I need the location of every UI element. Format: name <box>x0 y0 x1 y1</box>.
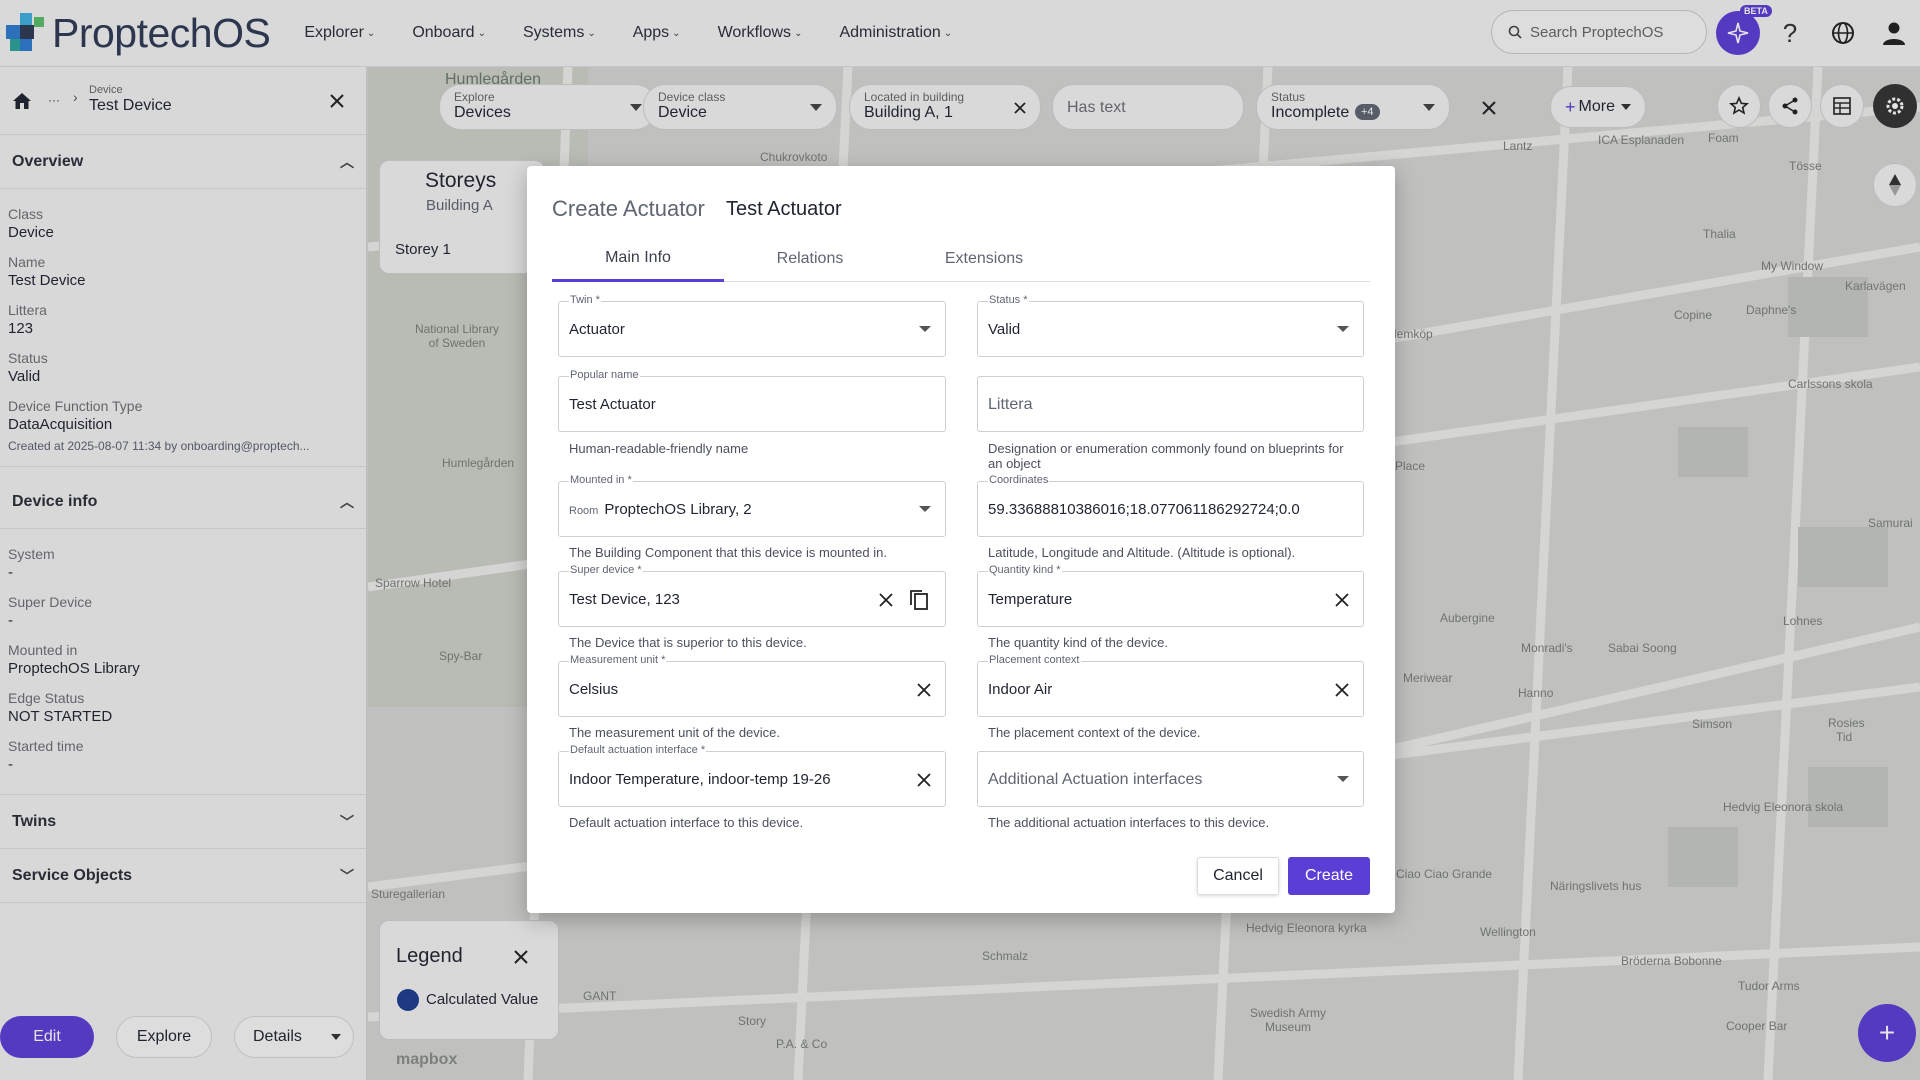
dialog-title: Create Actuator <box>552 196 705 221</box>
mounted-in-help: The Building Component that this device … <box>569 545 887 560</box>
tab-main-info[interactable]: Main Info <box>552 236 724 282</box>
dialog-subtitle: Test Actuator <box>726 198 842 220</box>
super-device-field[interactable]: Super device * Test Device, 123 <box>558 564 946 627</box>
field-label: Twin * <box>569 294 601 306</box>
quantity-kind-field[interactable]: Quantity kind * Temperature <box>977 564 1364 627</box>
field-label: Default actuation interface * <box>569 744 707 756</box>
placement-context-field[interactable]: Placement context Indoor Air <box>977 654 1364 717</box>
field-label: Quantity kind * <box>988 564 1062 576</box>
field-value: Temperature <box>988 591 1073 608</box>
default-actuation-help: Default actuation interface to this devi… <box>569 815 804 830</box>
field-label: Measurement unit * <box>569 654 667 666</box>
default-actuation-interface-field[interactable]: Default actuation interface * Indoor Tem… <box>558 744 946 807</box>
measurement-unit-field[interactable]: Measurement unit * Celsius <box>558 654 946 717</box>
super-device-help: The Device that is superior to this devi… <box>569 635 807 650</box>
coordinates-field[interactable]: Coordinates 59.33688810386016;18.0770611… <box>977 474 1364 537</box>
additional-actuation-interfaces-select[interactable]: Additional Actuation interfaces <box>977 751 1364 807</box>
caret-down-icon <box>919 506 931 512</box>
popular-name-help: Human-readable-friendly name <box>569 441 749 456</box>
field-label: Status * <box>988 294 1029 306</box>
field-value: ProptechOS Library, 2 <box>604 501 752 518</box>
field-value: 59.33688810386016;18.077061186292724;0.0 <box>988 501 1300 518</box>
caret-down-icon <box>1337 776 1349 782</box>
field-label: Placement context <box>988 654 1081 666</box>
close-icon[interactable] <box>917 773 931 787</box>
caret-down-icon <box>1337 326 1349 332</box>
field-placeholder: Additional Actuation interfaces <box>988 771 1203 788</box>
field-value: Valid <box>988 321 1021 338</box>
mounted-in-select[interactable]: Mounted in * Room ProptechOS Library, 2 <box>558 474 946 537</box>
close-icon[interactable] <box>879 593 893 607</box>
field-placeholder: Littera <box>988 396 1033 413</box>
tab-extensions[interactable]: Extensions <box>898 236 1070 282</box>
field-label: Coordinates <box>988 474 1050 486</box>
caret-down-icon <box>919 326 931 332</box>
cancel-button[interactable]: Cancel <box>1197 857 1279 895</box>
field-value: Indoor Air <box>988 681 1053 698</box>
field-value: Test Actuator <box>569 396 656 413</box>
measurement-unit-help: The measurement unit of the device. <box>569 725 781 740</box>
littera-field[interactable]: Littera <box>977 376 1364 432</box>
field-label: Mounted in * <box>569 474 633 486</box>
close-icon[interactable] <box>1335 593 1349 607</box>
status-select[interactable]: Status * Valid <box>977 294 1364 357</box>
close-icon[interactable] <box>1335 683 1349 697</box>
field-value: Actuator <box>569 321 625 338</box>
dialog-tabs: Main Info Relations Extensions <box>552 236 1370 282</box>
create-actuator-dialog: Create Actuator Test Actuator Main Info … <box>527 166 1395 913</box>
coordinates-help: Latitude, Longitude and Altitude. (Altit… <box>988 545 1296 560</box>
additional-actuation-help: The additional actuation interfaces to t… <box>988 815 1270 830</box>
placement-context-help: The placement context of the device. <box>988 725 1201 740</box>
field-value: Celsius <box>569 681 619 698</box>
field-label: Popular name <box>569 369 640 381</box>
tab-relations[interactable]: Relations <box>724 236 896 282</box>
field-value: Test Device, 123 <box>569 591 680 608</box>
quantity-kind-help: The quantity kind of the device. <box>988 635 1168 650</box>
twin-select[interactable]: Twin * Actuator <box>558 294 946 357</box>
popular-name-field[interactable]: Popular name Test Actuator <box>558 369 946 432</box>
field-value: Indoor Temperature, indoor-temp 19-26 <box>569 771 831 788</box>
field-prefix: Room <box>569 505 599 517</box>
create-button[interactable]: Create <box>1288 857 1370 895</box>
field-label: Super device * <box>569 564 643 576</box>
copy-icon[interactable] <box>909 589 929 611</box>
close-icon[interactable] <box>917 683 931 697</box>
littera-help: Designation or enumeration commonly foun… <box>988 441 1344 471</box>
